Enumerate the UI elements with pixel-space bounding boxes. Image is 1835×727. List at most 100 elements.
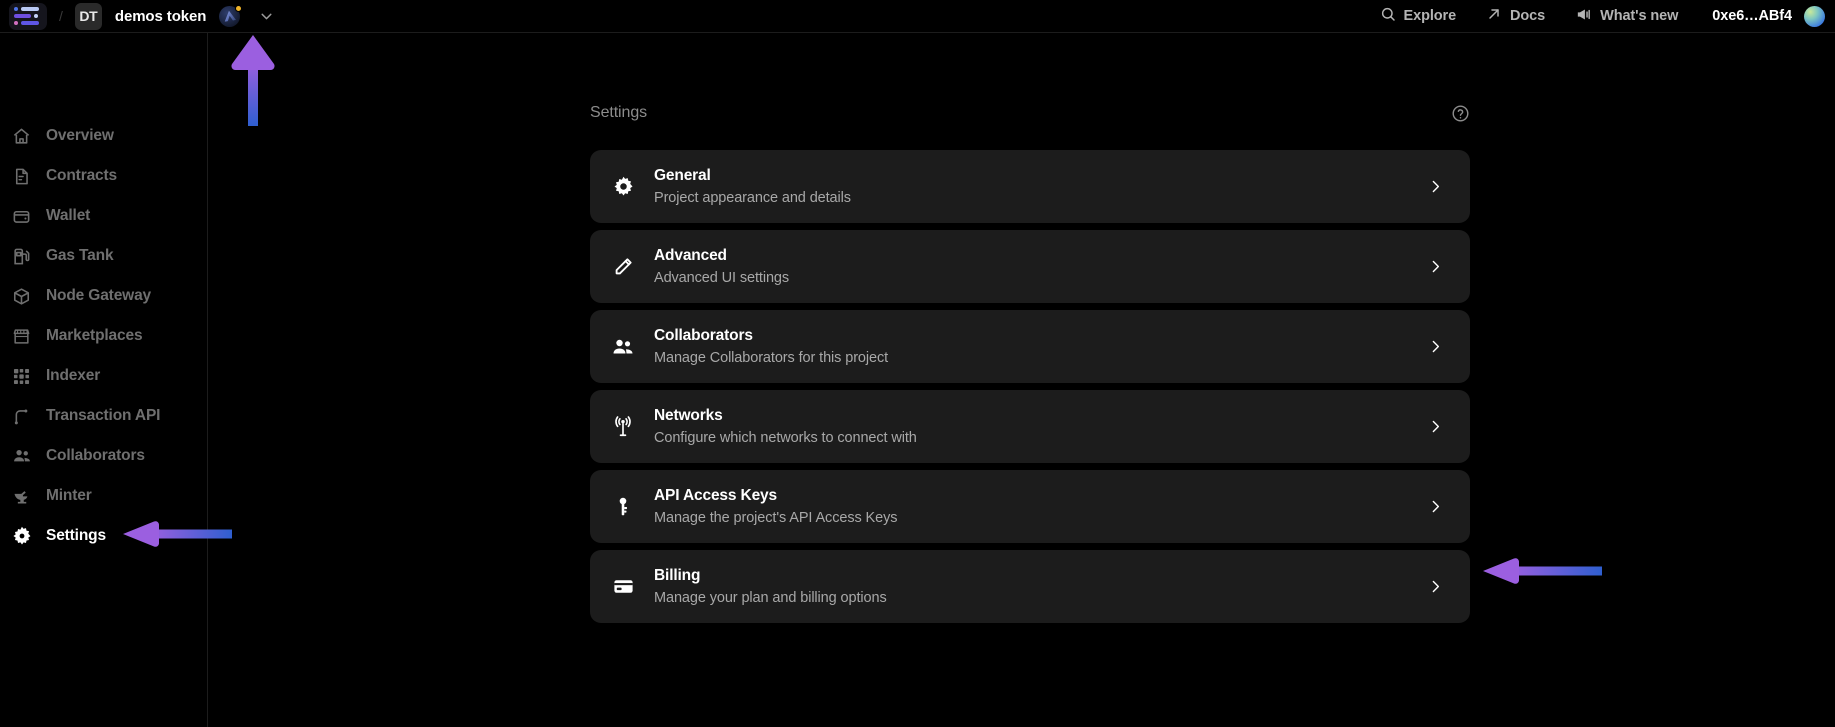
- chevron-right-icon[interactable]: [1427, 578, 1444, 595]
- sidebar-item-label: Settings: [46, 527, 106, 545]
- card-subtitle: Manage the project's API Access Keys: [654, 510, 1427, 526]
- sidebar-item-label: Minter: [46, 487, 92, 505]
- storefront-icon: [11, 326, 32, 347]
- breadcrumb-separator: /: [59, 8, 63, 24]
- panel-header: Settings: [590, 98, 1470, 128]
- project-logo-icon: [219, 6, 240, 27]
- sidebar-item-minter[interactable]: Minter: [0, 476, 207, 516]
- chevron-right-icon[interactable]: [1427, 258, 1444, 275]
- card-text: Advanced Advanced UI settings: [654, 247, 1427, 286]
- sidebar-item-label: Transaction API: [46, 407, 160, 425]
- top-bar-right: Explore Docs What's new 0xe6…ABf4: [1350, 6, 1835, 27]
- nav-explore-label: Explore: [1404, 8, 1457, 24]
- top-bar-left: / DT demos token: [0, 3, 275, 30]
- chevron-right-icon[interactable]: [1427, 418, 1444, 435]
- sidebar-item-label: Node Gateway: [46, 287, 151, 305]
- sidebar-item-indexer[interactable]: Indexer: [0, 356, 207, 396]
- grid-blocks-icon: [11, 366, 32, 387]
- node-path-icon: [11, 406, 32, 427]
- settings-card-collaborators[interactable]: Collaborators Manage Collaborators for t…: [590, 310, 1470, 383]
- page-title: Settings: [590, 104, 647, 122]
- project-name[interactable]: demos token: [115, 8, 206, 25]
- sidebar-item-collaborators[interactable]: Collaborators: [0, 436, 207, 476]
- card-text: API Access Keys Manage the project's API…: [654, 487, 1427, 526]
- project-initials-badge[interactable]: DT: [75, 3, 102, 30]
- main-content: Settings General Project appearance and …: [208, 33, 1835, 727]
- card-title: General: [654, 167, 1427, 185]
- card-title: API Access Keys: [654, 487, 1427, 505]
- pencil-icon: [608, 256, 638, 278]
- search-icon: [1380, 6, 1396, 26]
- broadcast-icon: [608, 416, 638, 438]
- card-text: Collaborators Manage Collaborators for t…: [654, 327, 1427, 366]
- sidebar-item-label: Overview: [46, 127, 114, 145]
- fuel-pump-icon: [11, 246, 32, 267]
- card-subtitle: Project appearance and details: [654, 190, 1427, 206]
- logo-row-1: [14, 7, 42, 11]
- credit-card-icon: [608, 575, 638, 598]
- project-status-dot: [235, 5, 242, 12]
- settings-card-billing[interactable]: Billing Manage your plan and billing opt…: [590, 550, 1470, 623]
- sidebar-item-wallet[interactable]: Wallet: [0, 196, 207, 236]
- chevron-right-icon[interactable]: [1427, 498, 1444, 515]
- settings-card-advanced[interactable]: Advanced Advanced UI settings: [590, 230, 1470, 303]
- card-text: Networks Configure which networks to con…: [654, 407, 1427, 446]
- card-title: Advanced: [654, 247, 1427, 265]
- project-switcher-chevron-down-icon[interactable]: [258, 8, 275, 25]
- help-circle-icon[interactable]: [1451, 104, 1470, 123]
- sidebar-item-label: Marketplaces: [46, 327, 142, 345]
- sidebar-item-node-gateway[interactable]: Node Gateway: [0, 276, 207, 316]
- card-subtitle: Configure which networks to connect with: [654, 430, 1427, 446]
- card-text: Billing Manage your plan and billing opt…: [654, 567, 1427, 606]
- contract-icon: [11, 166, 32, 187]
- sidebar-item-gas-tank[interactable]: Gas Tank: [0, 236, 207, 276]
- external-link-arrow-icon: [1486, 6, 1502, 26]
- sidebar-item-label: Gas Tank: [46, 247, 113, 265]
- chevron-right-icon[interactable]: [1427, 178, 1444, 195]
- sidebar-item-marketplaces[interactable]: Marketplaces: [0, 316, 207, 356]
- nav-whats-new-label: What's new: [1600, 8, 1678, 24]
- sidebar-item-transaction-api[interactable]: Transaction API: [0, 396, 207, 436]
- logo-row-2: [14, 14, 42, 18]
- anvil-icon: [11, 486, 32, 507]
- megaphone-icon: [1575, 6, 1592, 27]
- sidebar-item-label: Collaborators: [46, 447, 145, 465]
- wallet-avatar[interactable]: [1804, 6, 1825, 27]
- top-bar: / DT demos token Explore: [0, 0, 1835, 33]
- sidebar: Overview Contracts Wallet Gas Tank Node: [0, 33, 208, 727]
- app-logo-icon[interactable]: [9, 3, 47, 30]
- gear-icon: [11, 526, 32, 547]
- cube-icon: [11, 286, 32, 307]
- sidebar-item-overview[interactable]: Overview: [0, 116, 207, 156]
- app-root: / DT demos token Explore: [0, 0, 1835, 727]
- wallet-icon: [11, 206, 32, 227]
- sidebar-item-label: Contracts: [46, 167, 117, 185]
- card-title: Networks: [654, 407, 1427, 425]
- sidebar-item-label: Wallet: [46, 207, 90, 225]
- sidebar-item-label: Indexer: [46, 367, 100, 385]
- gear-icon: [608, 175, 638, 198]
- nav-whats-new[interactable]: What's new: [1575, 6, 1678, 27]
- card-subtitle: Manage Collaborators for this project: [654, 350, 1427, 366]
- card-subtitle: Manage your plan and billing options: [654, 590, 1427, 606]
- people-icon: [608, 335, 638, 359]
- nav-explore[interactable]: Explore: [1380, 6, 1457, 26]
- settings-card-general[interactable]: General Project appearance and details: [590, 150, 1470, 223]
- sidebar-item-settings[interactable]: Settings: [0, 516, 207, 556]
- nav-docs[interactable]: Docs: [1486, 6, 1545, 26]
- home-icon: [11, 126, 32, 147]
- nav-docs-label: Docs: [1510, 8, 1545, 24]
- key-icon: [608, 496, 638, 518]
- settings-card-api-access-keys[interactable]: API Access Keys Manage the project's API…: [590, 470, 1470, 543]
- sidebar-item-contracts[interactable]: Contracts: [0, 156, 207, 196]
- card-title: Collaborators: [654, 327, 1427, 345]
- settings-panel: Settings General Project appearance and …: [590, 98, 1470, 630]
- chevron-right-icon[interactable]: [1427, 338, 1444, 355]
- card-subtitle: Advanced UI settings: [654, 270, 1427, 286]
- card-text: General Project appearance and details: [654, 167, 1427, 206]
- wallet-address[interactable]: 0xe6…ABf4: [1712, 8, 1792, 24]
- logo-row-3: [14, 21, 42, 25]
- settings-card-networks[interactable]: Networks Configure which networks to con…: [590, 390, 1470, 463]
- card-title: Billing: [654, 567, 1427, 585]
- people-icon: [11, 446, 32, 467]
